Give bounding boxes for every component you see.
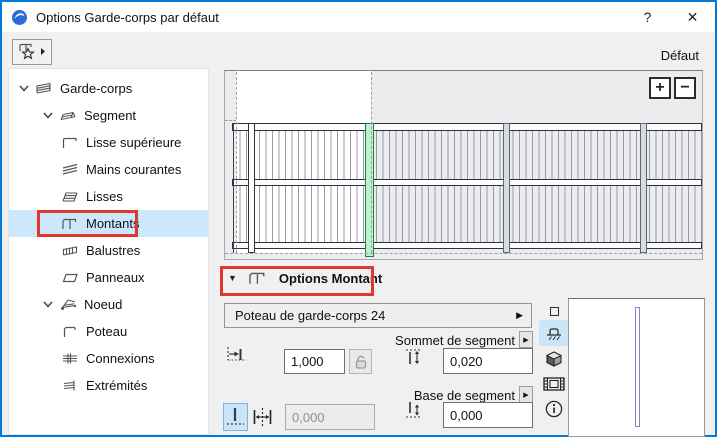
node-icon [57, 297, 79, 313]
tree-item-label: Montants [86, 216, 139, 231]
post-icon [59, 324, 81, 340]
tree-item-montants[interactable]: Montants [9, 210, 208, 237]
montant-icon [247, 270, 269, 286]
title-bar: Options Garde-corps par défaut ? ✕ [2, 2, 715, 32]
default-label: Défaut [661, 48, 699, 63]
chevron-down-icon[interactable] [39, 301, 57, 308]
tree-item-noeud[interactable]: Noeud [9, 291, 208, 318]
montant-profile-shape [635, 307, 640, 427]
dropdown-arrow-icon: ▶ [516, 310, 523, 321]
top-offset-flyout-button[interactable]: ▶ [519, 331, 533, 348]
tree-item-label: Lisse supérieure [86, 135, 181, 150]
tree-item-label: Noeud [84, 297, 122, 312]
connections-icon [59, 351, 81, 367]
collapse-triangle-icon[interactable]: ▼ [228, 273, 237, 283]
tree-item-extr-mit-s[interactable]: Extrémités [9, 372, 208, 399]
railing-default-options-dialog: Options Garde-corps par défaut ? ✕ Défau… [0, 0, 717, 437]
posts-icon [59, 216, 81, 232]
base-offset-flyout-button[interactable]: ▶ [519, 386, 533, 403]
tree: Garde-corps Segment Lisse supérieure Mains … [8, 68, 209, 435]
guide-line [236, 72, 237, 253]
tree-item-garde-corps[interactable]: Garde-corps [9, 75, 208, 102]
spacing-dimension-icon [224, 344, 250, 370]
tree-item-label: Garde-corps [60, 81, 132, 96]
cube-3d-icon [544, 350, 564, 370]
info-icon [544, 399, 564, 419]
tree-item-segment[interactable]: Segment [9, 102, 208, 129]
tree-item-label: Mains courantes [86, 162, 181, 177]
base-offset-input[interactable] [443, 402, 533, 428]
toolbar: Défaut [2, 32, 715, 68]
tree-item-label: Poteau [86, 324, 127, 339]
top-offset-label: Sommet de segment [365, 333, 515, 348]
tree-item-label: Connexions [86, 351, 155, 366]
section-title: Options Montant [279, 271, 382, 286]
rails-icon [59, 189, 81, 205]
tree-item-poteau[interactable]: Poteau [9, 318, 208, 345]
balusters-drawing [233, 131, 702, 242]
toprail-icon [59, 135, 81, 151]
distribute-spacing-toggle[interactable] [250, 403, 275, 431]
top-offset-input[interactable] [443, 348, 533, 374]
help-button[interactable]: ? [625, 2, 670, 32]
railing-icon [33, 81, 55, 97]
post-drawing [503, 123, 510, 253]
unlock-icon [353, 353, 369, 370]
elevation-view-toggle[interactable] [539, 320, 569, 346]
montant-preview-panel [568, 298, 705, 437]
tree-item-lisses[interactable]: Lisses [9, 183, 208, 210]
handrails-icon [59, 162, 81, 178]
segment-icon [57, 108, 79, 124]
archicad-logo-icon [11, 9, 28, 26]
tree-item-lisse-sup-rieure[interactable]: Lisse supérieure [9, 129, 208, 156]
chevron-down-icon[interactable] [15, 85, 33, 92]
window-title: Options Garde-corps par défaut [36, 10, 219, 25]
bottom-rail-drawing [232, 242, 702, 249]
tree-item-balustres[interactable]: Balustres [9, 237, 208, 264]
tree-item-label: Segment [84, 108, 136, 123]
mid-rail-drawing [232, 179, 702, 186]
top-guide-line [225, 120, 236, 121]
top-rail-drawing [232, 123, 702, 131]
tree-item-panneaux[interactable]: Panneaux [9, 264, 208, 291]
tree-item-label: Balustres [86, 243, 140, 258]
favorites-button[interactable] [12, 39, 52, 65]
segment-start-edge [233, 123, 234, 253]
zoom-in-button[interactable]: + [649, 77, 671, 99]
ends-icon [59, 378, 81, 394]
base-guide-line [225, 253, 702, 254]
railing-preview[interactable]: + − [224, 70, 703, 260]
base-offset-label: Base de segment [365, 388, 515, 403]
guide-line [371, 72, 372, 253]
square-symbol-icon [550, 307, 559, 316]
tree-item-label: Panneaux [86, 270, 145, 285]
lock-button[interactable] [349, 349, 372, 374]
close-button[interactable]: ✕ [670, 2, 715, 32]
selected-montant-drawing[interactable] [365, 123, 374, 257]
elevation-view-icon [543, 324, 565, 343]
top-offset-icon [404, 344, 428, 372]
montant-profile-dropdown[interactable]: Poteau de garde-corps 24 ▶ [224, 303, 532, 328]
montant-length-input[interactable] [284, 349, 345, 374]
fixed-position-toggle[interactable] [223, 403, 248, 431]
tree-item-label: Extrémités [86, 378, 147, 393]
balusters-icon [59, 243, 81, 259]
base-offset-icon [404, 398, 428, 426]
post-drawing [640, 123, 647, 253]
panels-icon [59, 270, 81, 286]
favorites-railing-star-icon [17, 42, 47, 62]
zoom-out-button[interactable]: − [674, 77, 696, 99]
tree-item-mains-courantes[interactable]: Mains courantes [9, 156, 208, 183]
chevron-down-icon[interactable] [39, 112, 57, 119]
spacing-input[interactable] [285, 404, 375, 430]
montant-profile-value: Poteau de garde-corps 24 [235, 308, 385, 323]
tree-item-connexions[interactable]: Connexions [9, 345, 208, 372]
film-strip-icon [542, 374, 566, 394]
start-post-drawing [248, 123, 255, 253]
list-view-toggle[interactable] [539, 372, 569, 396]
info-toggle[interactable] [539, 397, 569, 421]
options-montant-header: ▼ Options Montant [224, 260, 703, 298]
tree-item-label: Lisses [86, 189, 123, 204]
3d-view-toggle[interactable] [539, 348, 569, 372]
